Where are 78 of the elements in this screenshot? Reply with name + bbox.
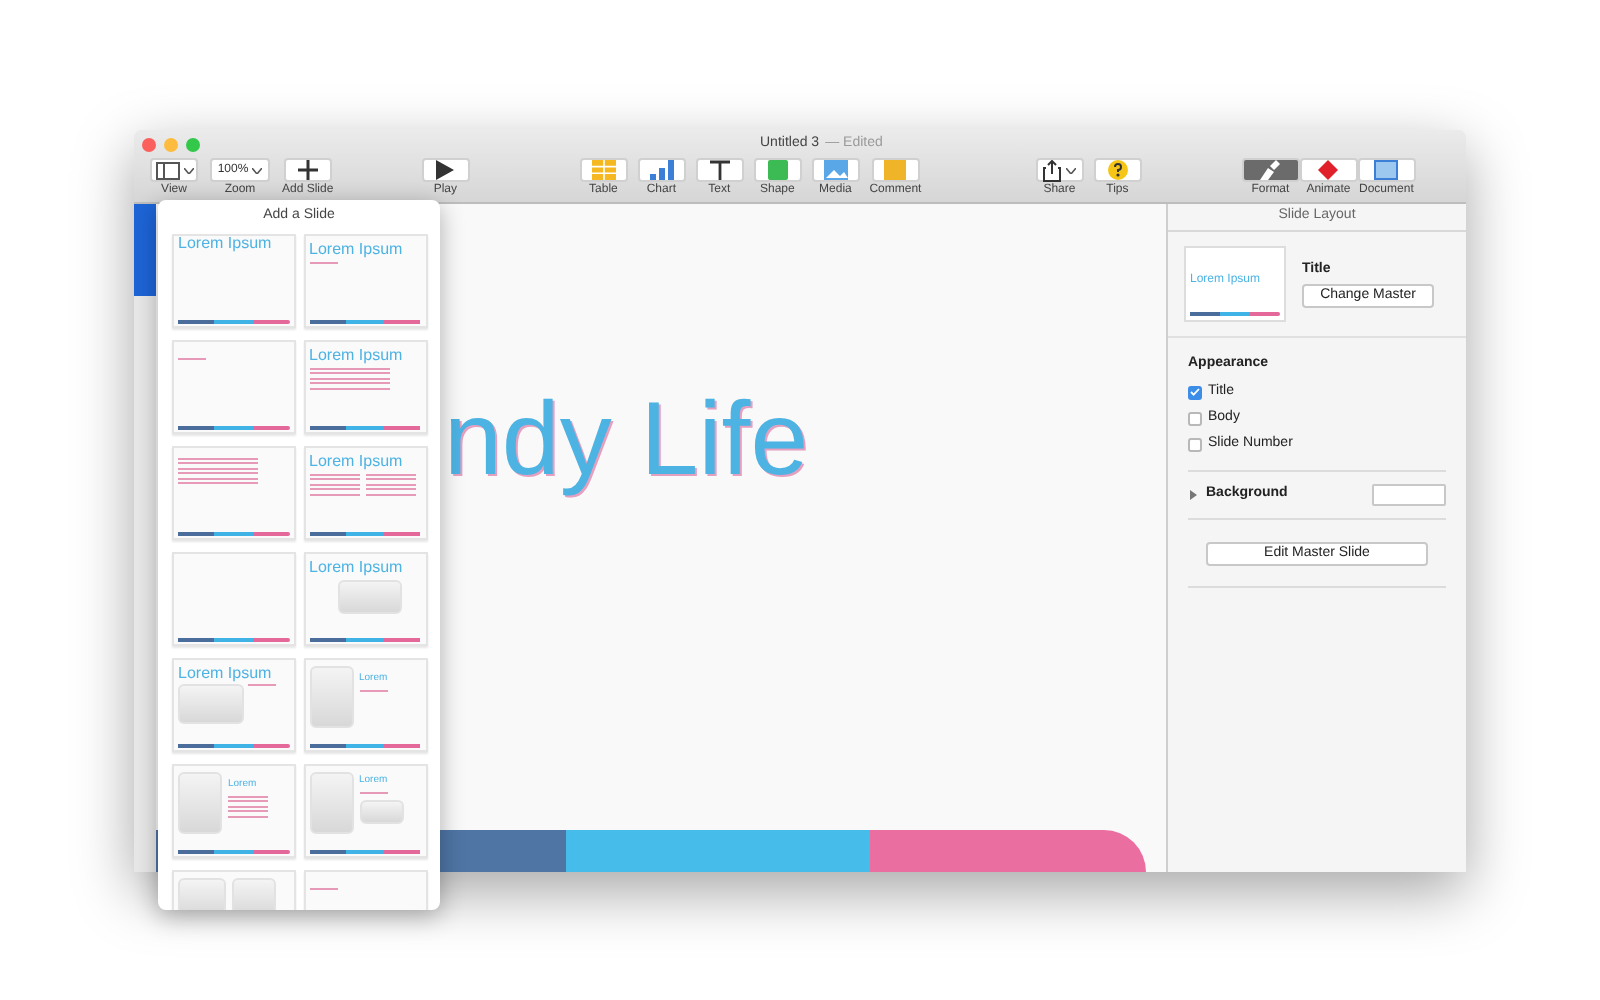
photo-placeholder: [309, 665, 353, 727]
checkbox[interactable]: [1188, 437, 1202, 451]
diamond-icon: [1316, 160, 1341, 180]
slide-layout-thumbnail[interactable]: Lorem Ipsum: [172, 657, 296, 751]
question-icon: [1107, 160, 1128, 180]
photo-placeholder: [178, 877, 226, 910]
color-stripe: [178, 637, 290, 641]
close-button[interactable]: [142, 137, 156, 151]
subtitle-line: [248, 683, 276, 685]
color-stripe: [309, 319, 421, 323]
slide-layout-thumbnail[interactable]: Lorem Ipsum: [172, 233, 296, 327]
layout-title: Lorem Ipsum: [309, 241, 405, 257]
color-stripe: [178, 743, 290, 747]
subtitle-line: [309, 887, 337, 889]
subtitle-line: [359, 791, 387, 793]
text-t-icon: [709, 160, 730, 180]
photo-placeholder: [178, 683, 244, 723]
slide-layout-thumbnail[interactable]: [172, 551, 296, 645]
toolbar-button[interactable]: [421, 158, 470, 182]
toolbar-button[interactable]: [1035, 158, 1084, 182]
document-icon: [1374, 160, 1399, 180]
color-stripe: [1190, 312, 1280, 316]
caret-icon: [1066, 167, 1077, 173]
slide-title: ndy Life: [444, 382, 809, 498]
layout-title: Lorem Ipsum: [178, 235, 272, 251]
image-icon: [823, 160, 848, 180]
bullet-text-lines: [309, 367, 389, 389]
layout-title: Lorem Ipsum: [309, 347, 405, 363]
bullet-text-lines: [228, 795, 268, 817]
slide-layout-thumbnail[interactable]: Lorem Ipsum: [303, 233, 427, 327]
square-icon: [767, 160, 788, 180]
slide-layout-thumbnail[interactable]: Lorem Ipsum: [303, 445, 427, 539]
color-stripe: [309, 637, 421, 641]
layout-title: Lorem Ipsum: [178, 665, 274, 681]
bar-chart-icon: [649, 160, 674, 180]
bullet-text-lines: [309, 473, 359, 495]
table-icon: [591, 160, 616, 180]
toolbar-button[interactable]: [283, 158, 332, 182]
color-stripe: [178, 425, 290, 429]
selected-slide-thumbnail[interactable]: [134, 204, 156, 296]
color-stripe: [178, 319, 290, 323]
photo-placeholder: [178, 771, 222, 833]
sidebar-icon: [155, 161, 179, 179]
photo-placeholder: [337, 579, 401, 613]
slide-layout-thumbnail[interactable]: Lorem Ipsum: [303, 339, 427, 433]
paintbrush-icon: [1258, 160, 1283, 180]
bullet-text-lines: [365, 473, 415, 495]
caret-icon: [252, 167, 263, 173]
photo-placeholder: [309, 771, 353, 833]
color-stripe: [178, 531, 290, 535]
toolbar-button[interactable]: [150, 158, 198, 182]
bullet-text-lines: [178, 457, 258, 484]
caret-icon: [183, 167, 193, 173]
disclosure-triangle-icon[interactable]: [1188, 489, 1198, 499]
color-stripe: [309, 743, 421, 747]
subtitle-line: [309, 261, 337, 263]
zoom-button[interactable]: [186, 137, 200, 151]
checkbox[interactable]: [1188, 411, 1202, 425]
play-icon: [436, 160, 455, 180]
color-stripe: [178, 849, 290, 853]
color-stripe: [309, 531, 421, 535]
color-stripe: [309, 849, 421, 853]
photo-placeholder: [359, 799, 403, 823]
subtitle-line: [359, 689, 387, 691]
slide-layout-thumbnail[interactable]: [172, 445, 296, 539]
color-stripe: [309, 425, 421, 429]
color-well[interactable]: [1372, 483, 1446, 505]
share-icon: [1042, 159, 1063, 181]
toolbar-button[interactable]: [695, 158, 744, 182]
slide-layout-thumbnail[interactable]: Lorem Ipsum: [303, 551, 427, 645]
slide-layout-thumbnail[interactable]: [172, 339, 296, 433]
toolbar-button[interactable]: [1093, 158, 1142, 182]
plus-icon: [297, 160, 318, 180]
layout-title: Lorem Ipsum: [309, 453, 405, 469]
note-icon: [884, 160, 907, 180]
photo-placeholder: [232, 877, 276, 910]
layout-title: Lorem Ipsum: [309, 559, 405, 575]
subtitle-line: [178, 357, 206, 359]
